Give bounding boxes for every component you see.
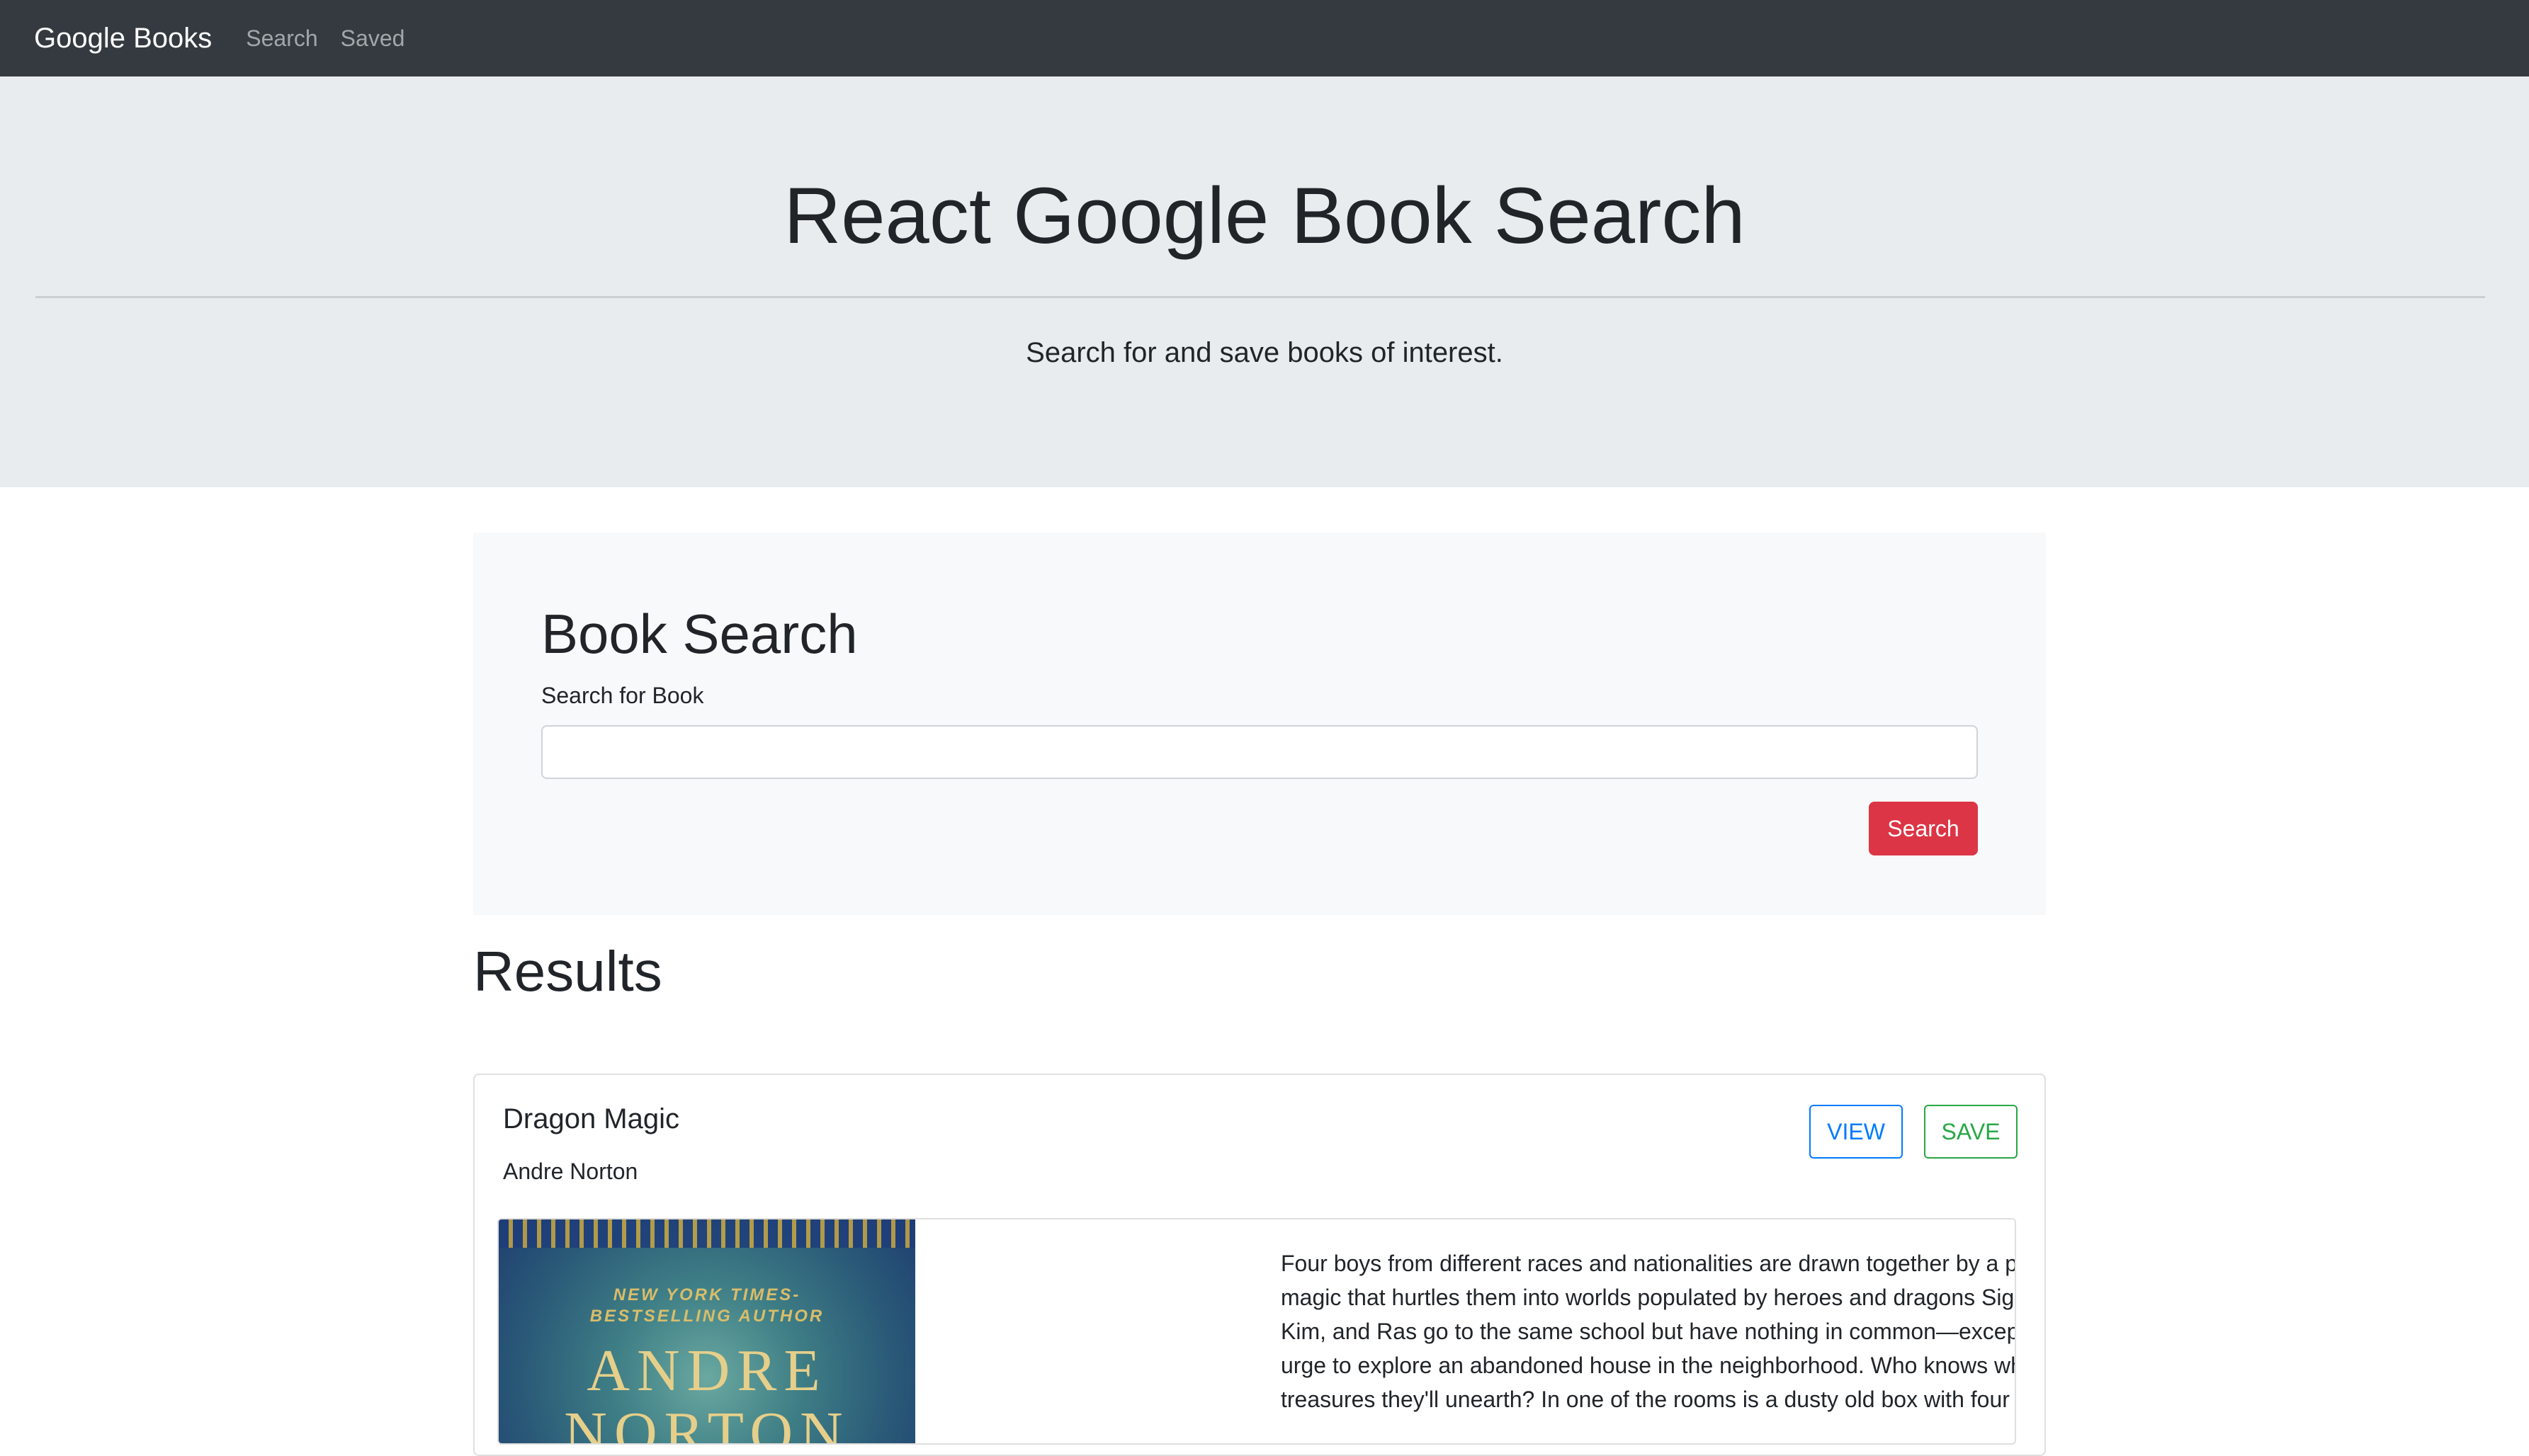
navbar-brand[interactable]: Google Books: [34, 23, 212, 55]
nav-link-search[interactable]: Search: [246, 25, 317, 52]
cover-border-pattern: [499, 1219, 915, 1248]
page-title: React Google Book Search: [783, 171, 1746, 260]
book-search-input[interactable]: [541, 725, 1978, 779]
view-button[interactable]: VIEW: [1809, 1105, 1903, 1159]
search-button[interactable]: Search: [1869, 802, 1978, 855]
book-title: Dragon Magic: [503, 1103, 680, 1134]
cover-author-name: ANDRE NORTON: [564, 1338, 850, 1445]
header-divider: [35, 296, 2485, 298]
results-heading: Results: [473, 940, 662, 1003]
page-subtitle: Search for and save books of interest.: [1026, 337, 1503, 368]
jumbotron-header: React Google Book Search Search for and …: [0, 76, 2529, 487]
book-cover-image: NEW YORK TIMES- BESTSELLING AUTHOR ANDRE…: [499, 1219, 915, 1445]
book-search-title: Book Search: [541, 603, 858, 665]
book-author: Andre Norton: [503, 1159, 638, 1184]
search-field-label: Search for Book: [541, 683, 704, 708]
top-navbar: Google Books Search Saved: [0, 0, 2529, 76]
result-card: Dragon Magic Andre Norton VIEW SAVE NEW …: [473, 1074, 2046, 1456]
cover-tagline: NEW YORK TIMES- BESTSELLING AUTHOR: [589, 1285, 825, 1326]
nav-link-saved[interactable]: Saved: [341, 25, 405, 52]
book-description: Four boys from different races and natio…: [1281, 1251, 2016, 1412]
book-search-panel: Book Search Search for Book Search: [473, 533, 2046, 915]
result-body: NEW YORK TIMES- BESTSELLING AUTHOR ANDRE…: [497, 1218, 2016, 1445]
save-button[interactable]: SAVE: [1924, 1105, 2018, 1159]
